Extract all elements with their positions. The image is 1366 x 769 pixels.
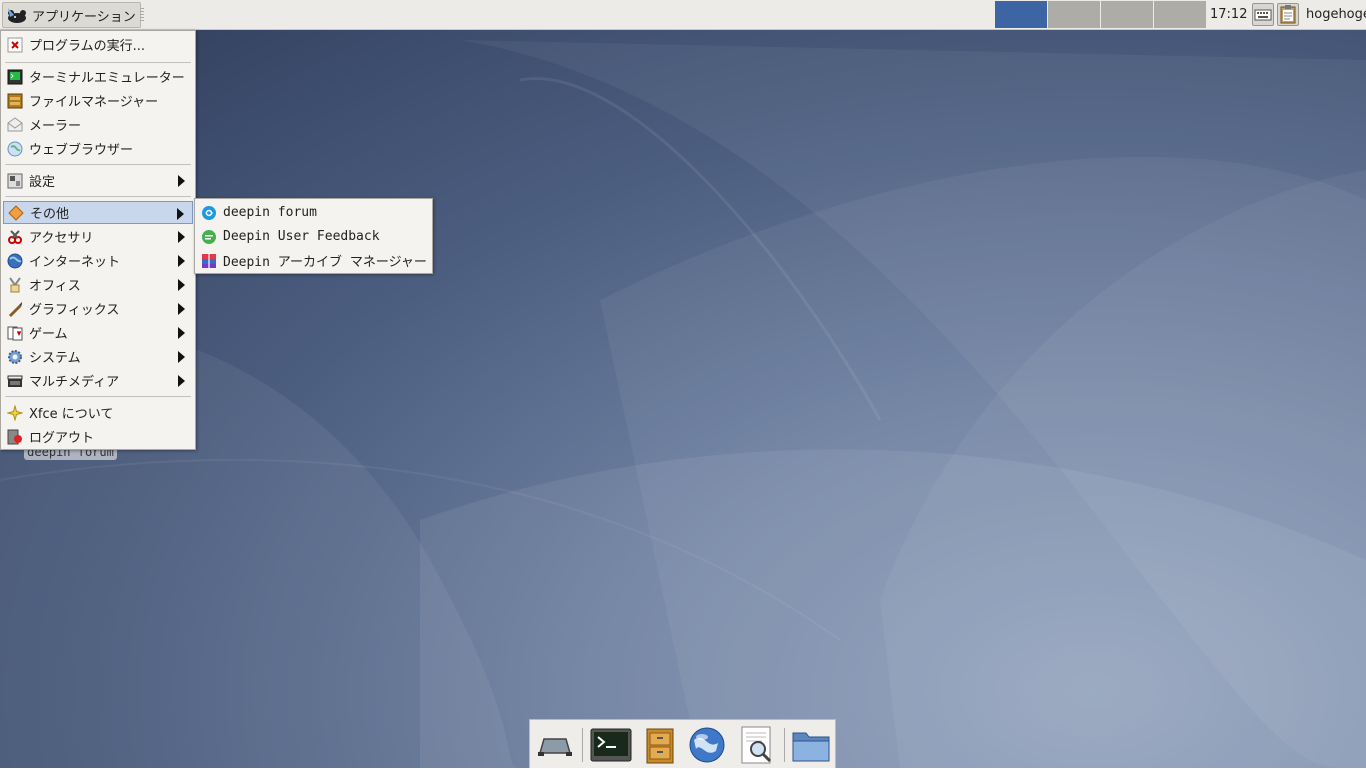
applications-menu-label: アプリケーション <box>32 9 136 25</box>
submenu-item-deepin-archive-manager[interactable]: Deepin アーカイブ マネージャー <box>197 249 430 272</box>
terminal-icon[interactable] <box>590 725 632 765</box>
logout-icon <box>7 429 23 445</box>
submenu-arrow-icon <box>178 255 185 267</box>
menu-item-mailer[interactable]: メーラー <box>3 113 193 136</box>
menu-item-settings[interactable]: 設定 <box>3 169 193 192</box>
submenu-item-deepin-user-feedback[interactable]: Deepin User Feedback <box>197 225 430 248</box>
menu-item-file-manager[interactable]: ファイルマネージャー <box>3 89 193 112</box>
other-icon <box>8 204 24 221</box>
system-icon <box>7 349 23 365</box>
applications-menu: プログラムの実行... ターミナルエミュレーター ファイルマネージャー メーラー… <box>0 30 196 450</box>
deepin-forum-icon <box>201 205 217 221</box>
submenu-arrow-icon <box>178 375 185 387</box>
office-icon <box>7 276 23 293</box>
submenu-arrow-icon <box>178 175 185 187</box>
graphics-icon <box>7 301 23 317</box>
accessories-icon <box>7 229 23 245</box>
desktop-background: deepin forum <box>0 0 1366 768</box>
search-icon[interactable] <box>736 725 778 765</box>
archive-manager-icon <box>201 253 217 269</box>
wallpaper-shapes <box>0 40 1366 768</box>
submenu-arrow-icon <box>178 327 185 339</box>
workspace-2[interactable] <box>1048 1 1100 28</box>
menu-item-logout[interactable]: ログアウト <box>3 425 193 448</box>
terminal-icon <box>7 69 23 85</box>
workspace-1[interactable] <box>995 1 1047 28</box>
menu-item-about-xfce[interactable]: Xfce について <box>3 401 193 424</box>
submenu-arrow-icon <box>177 208 184 220</box>
workspace-3[interactable] <box>1101 1 1153 28</box>
internet-icon <box>7 253 23 269</box>
menu-item-web-browser[interactable]: ウェブブラウザー <box>3 137 193 160</box>
applications-menu-button[interactable]: アプリケーション <box>2 2 141 28</box>
menu-item-system[interactable]: システム <box>3 345 193 368</box>
menu-item-terminal[interactable]: ターミナルエミュレーター <box>3 65 193 88</box>
submenu-arrow-icon <box>178 231 185 243</box>
folder-icon[interactable] <box>790 725 832 765</box>
web-browser-icon <box>7 141 23 157</box>
submenu-item-deepin-forum[interactable]: deepin forum <box>197 201 430 224</box>
keyboard-icon[interactable] <box>1252 3 1274 26</box>
clock[interactable]: 17:12 <box>1210 7 1247 22</box>
games-icon <box>7 325 23 341</box>
menu-item-multimedia[interactable]: マルチメディア <box>3 369 193 392</box>
submenu-arrow-icon <box>178 279 185 291</box>
dock-panel <box>529 719 836 768</box>
panel-drag-handle[interactable] <box>140 8 144 22</box>
xfce-mouse-icon <box>6 5 28 25</box>
run-program-icon <box>7 37 23 53</box>
show-desktop-icon[interactable] <box>534 725 576 765</box>
user-name[interactable]: hogehoge <box>1306 7 1366 22</box>
menu-item-internet[interactable]: インターネット <box>3 249 193 272</box>
menu-item-accessories[interactable]: アクセサリ <box>3 225 193 248</box>
top-panel: アプリケーション 17:12 hogehoge <box>0 0 1366 30</box>
feedback-icon <box>201 229 217 245</box>
multimedia-icon <box>7 373 23 389</box>
clipboard-icon[interactable] <box>1277 3 1299 26</box>
submenu-arrow-icon <box>178 303 185 315</box>
menu-item-other[interactable]: その他 <box>3 201 193 224</box>
mail-icon <box>7 116 23 133</box>
workspace-4[interactable] <box>1154 1 1206 28</box>
submenu-arrow-icon <box>178 351 185 363</box>
menu-item-run-program[interactable]: プログラムの実行... <box>3 33 193 56</box>
menu-item-graphics[interactable]: グラフィックス <box>3 297 193 320</box>
settings-icon <box>7 173 23 189</box>
file-manager-icon <box>7 93 23 109</box>
file-cabinet-icon[interactable] <box>638 725 680 765</box>
web-browser-icon[interactable] <box>686 725 728 765</box>
other-submenu: deepin forum Deepin User Feedback Deepin… <box>194 198 433 274</box>
about-xfce-icon <box>6 403 24 422</box>
menu-item-games[interactable]: ゲーム <box>3 321 193 344</box>
menu-item-office[interactable]: オフィス <box>3 273 193 296</box>
